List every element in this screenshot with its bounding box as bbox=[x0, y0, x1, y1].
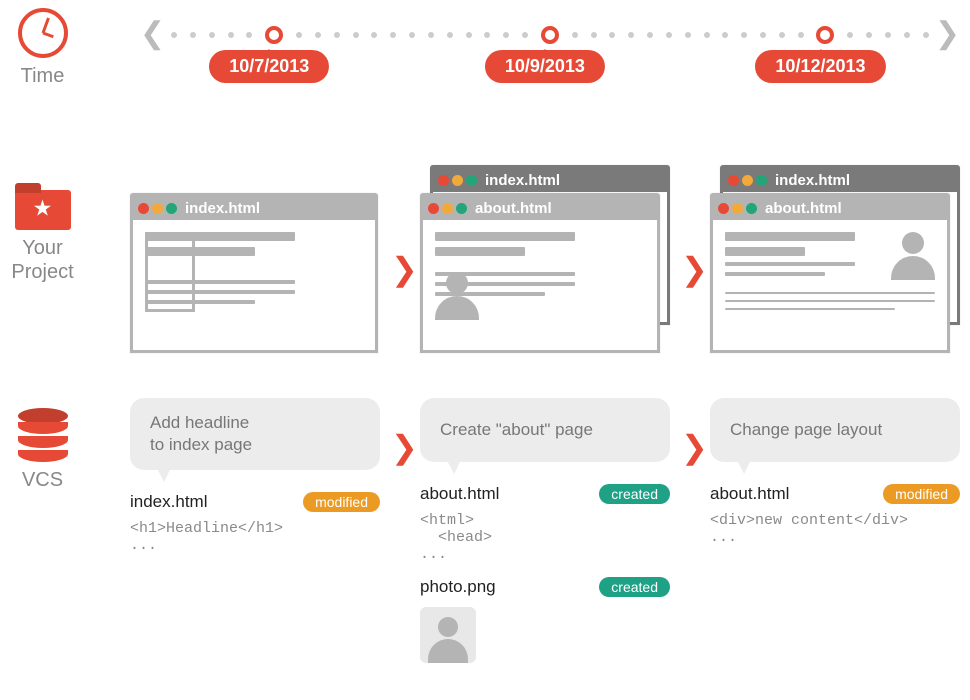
status-badge: created bbox=[599, 484, 670, 504]
window-titlebar: index.html bbox=[133, 196, 375, 220]
project-snapshot-2: index.html about.html bbox=[420, 165, 670, 365]
row-label-time: Time bbox=[0, 8, 85, 88]
browser-window: index.html bbox=[130, 193, 378, 353]
timeline-node-1: 10/7/2013 bbox=[265, 26, 283, 44]
project-text: Your Project bbox=[11, 236, 73, 284]
window-body bbox=[133, 220, 375, 322]
image-placeholder-icon bbox=[145, 232, 195, 312]
chevron-right-icon: ❯ bbox=[681, 250, 708, 288]
browser-window: about.html bbox=[420, 193, 660, 353]
code-snippet: <html> <head> ... bbox=[420, 512, 670, 563]
traffic-lights-icon bbox=[138, 203, 177, 214]
star-icon: ★ bbox=[33, 195, 53, 221]
window-tab: index.html bbox=[485, 172, 560, 189]
project-row: ❯ ❯ index.html index.html bbox=[130, 165, 960, 365]
avatar-icon bbox=[891, 232, 935, 280]
folder-icon: ★ bbox=[15, 190, 71, 230]
window-tab: index.html bbox=[185, 200, 260, 217]
status-badge: modified bbox=[303, 492, 380, 512]
file-name: index.html bbox=[130, 492, 207, 512]
commit-1: Add headline to index page index.html mo… bbox=[130, 398, 380, 554]
commit-message: Create "about" page bbox=[420, 398, 670, 462]
date-pill-2: 10/9/2013 bbox=[485, 50, 605, 83]
database-icon bbox=[18, 408, 68, 462]
row-label-project: ★ Your Project bbox=[0, 190, 85, 284]
status-badge: created bbox=[599, 577, 670, 597]
vcs-text: VCS bbox=[22, 468, 63, 492]
commit-message: Add headline to index page bbox=[130, 398, 380, 470]
file-name: photo.png bbox=[420, 577, 496, 597]
avatar-icon bbox=[435, 272, 479, 320]
code-snippet: <div>new content</div> ... bbox=[710, 512, 960, 546]
timeline-track: 10/7/2013 10/9/2013 10/12/2013 bbox=[171, 26, 929, 44]
code-snippet: <h1>Headline</h1> ... bbox=[130, 520, 380, 554]
timeline-node-2: 10/9/2013 bbox=[541, 26, 559, 44]
time-text: Time bbox=[21, 64, 65, 88]
chevron-right-icon: ❯ bbox=[391, 428, 418, 466]
commit-3: Change page layout about.html modified <… bbox=[710, 398, 960, 546]
project-snapshot-1: index.html bbox=[130, 165, 380, 365]
project-snapshot-3: index.html about.html bbox=[710, 165, 960, 365]
commit-message: Change page layout bbox=[710, 398, 960, 462]
timeline-node-3: 10/12/2013 bbox=[816, 26, 834, 44]
timeline: ❮ 10/7/2013 10/9/2013 10/12/2013 ❯ bbox=[140, 28, 960, 42]
window-tab: about.html bbox=[475, 200, 552, 217]
date-pill-1: 10/7/2013 bbox=[209, 50, 329, 83]
photo-thumbnail bbox=[420, 607, 476, 663]
clock-icon bbox=[18, 8, 68, 58]
file-name: about.html bbox=[710, 484, 789, 504]
chevron-right-icon: ❯ bbox=[391, 250, 418, 288]
status-badge: modified bbox=[883, 484, 960, 504]
commit-2: Create "about" page about.html created <… bbox=[420, 398, 670, 663]
window-tab: about.html bbox=[765, 200, 842, 217]
file-name: about.html bbox=[420, 484, 499, 504]
row-label-vcs: VCS bbox=[0, 408, 85, 492]
browser-window: about.html bbox=[710, 193, 950, 353]
chevron-right-icon: ❯ bbox=[681, 428, 708, 466]
date-pill-3: 10/12/2013 bbox=[755, 50, 885, 83]
window-tab: index.html bbox=[775, 172, 850, 189]
